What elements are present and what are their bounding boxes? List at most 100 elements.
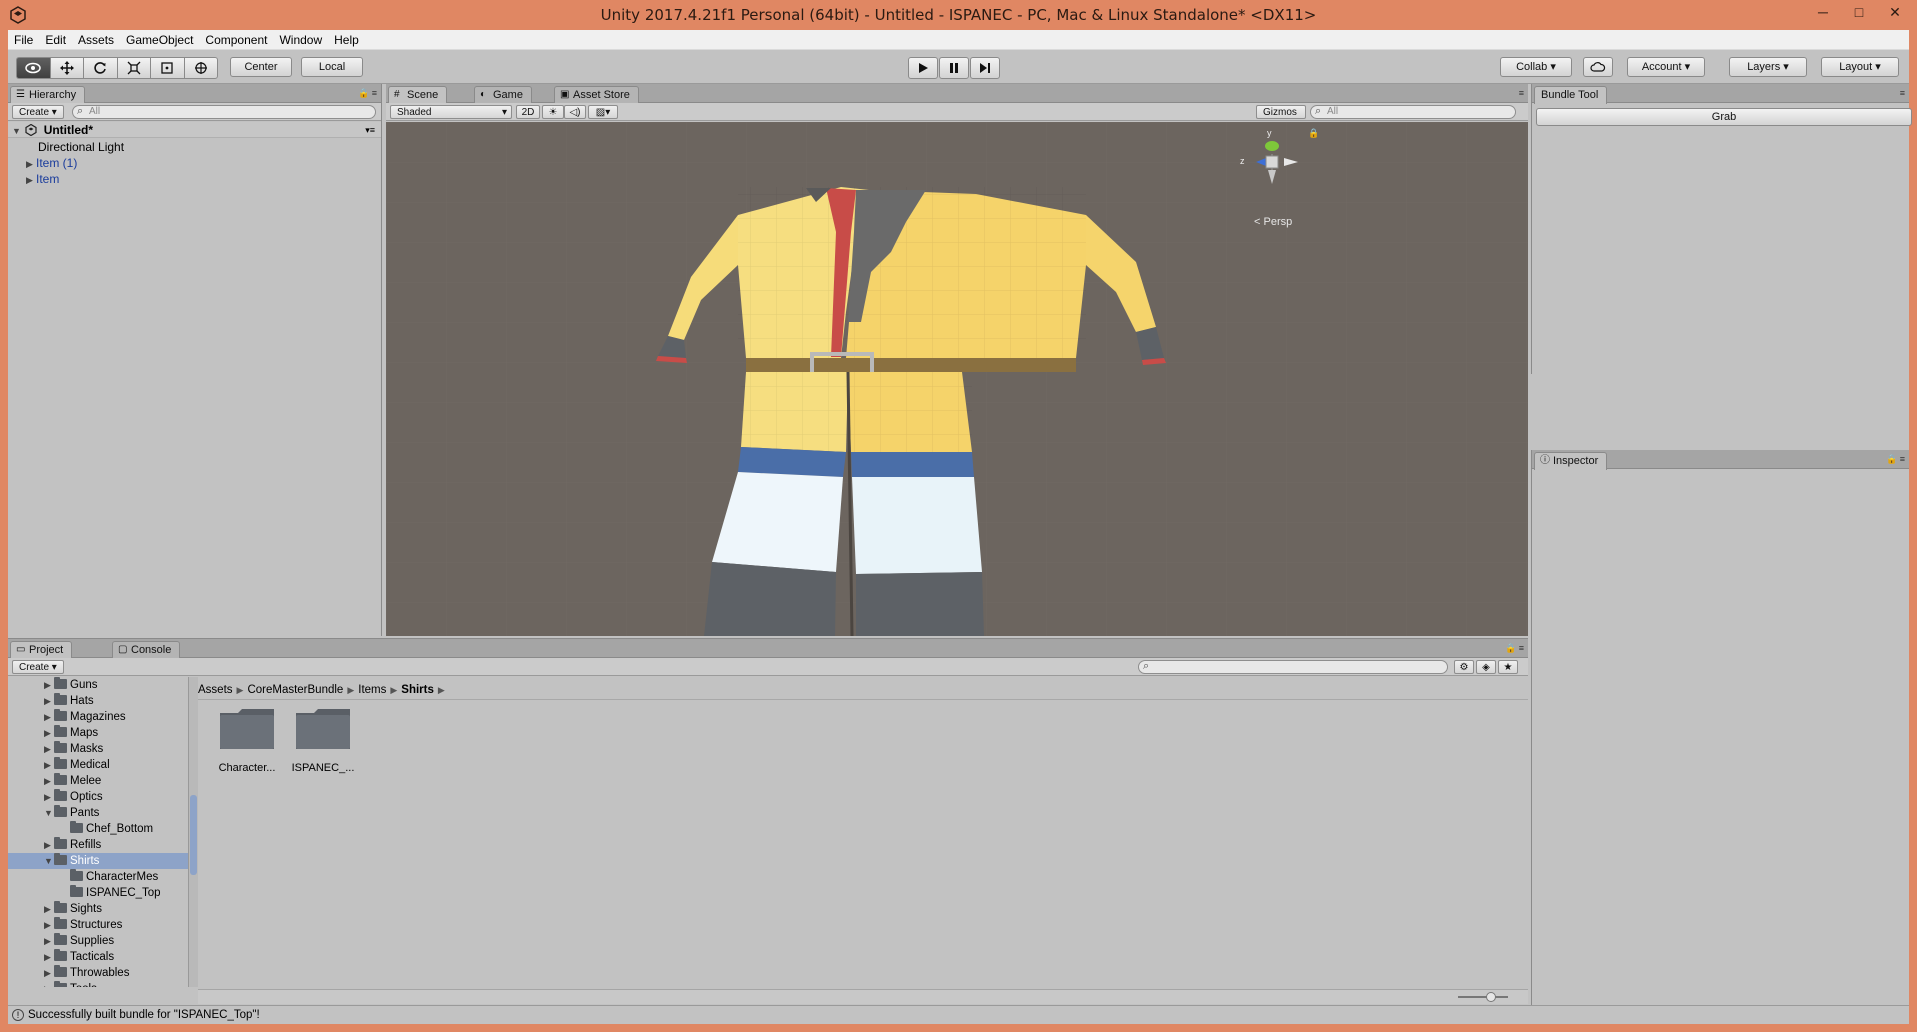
step-button[interactable] (970, 57, 1000, 79)
scene-search-input[interactable]: All (1310, 105, 1516, 119)
scale-tool-button[interactable] (116, 57, 150, 79)
project-options-icon[interactable]: 🔒 ≡ (1505, 643, 1524, 654)
filter-type-button[interactable]: ⚙ (1454, 660, 1474, 674)
scene-panel-options-icon[interactable]: ≡ (1519, 88, 1524, 98)
account-dropdown[interactable]: Account ▾ (1627, 57, 1705, 77)
view-tool-button[interactable] (16, 57, 50, 79)
menu-help[interactable]: Help (328, 30, 365, 50)
expand-arrow-icon[interactable]: ▶ (44, 677, 54, 693)
status-message[interactable]: Successfully built bundle for "ISPANEC_T… (28, 1009, 260, 1021)
project-tree-item[interactable]: ▶ Tools (8, 981, 188, 987)
icon-size-slider[interactable] (1458, 992, 1508, 1002)
project-tree-item[interactable]: CharacterMes (8, 869, 188, 885)
scene-options-icon[interactable]: ▾≡ (365, 122, 375, 138)
maximize-button[interactable]: □ (1841, 2, 1877, 24)
expand-arrow-icon[interactable]: ▶ (26, 172, 36, 188)
menu-file[interactable]: File (8, 30, 39, 50)
expand-arrow-icon[interactable]: ▶ (44, 789, 54, 805)
asset-folder-ispanec[interactable]: ISPANEC_... (288, 705, 358, 774)
expand-arrow-icon[interactable]: ▶ (44, 901, 54, 917)
expand-arrow-icon[interactable]: ▶ (44, 741, 54, 757)
grab-button[interactable]: Grab (1536, 108, 1912, 126)
expand-arrow-icon[interactable]: ▶ (26, 156, 36, 172)
project-search-input[interactable] (1138, 660, 1448, 674)
project-create-button[interactable]: Create ▾ (12, 660, 64, 674)
expand-arrow-icon[interactable]: ▶ (44, 917, 54, 933)
tab-asset-store[interactable]: ▣ Asset Store (554, 86, 639, 103)
tab-project[interactable]: ▭ Project (10, 641, 73, 659)
project-tree-item[interactable]: ISPANEC_Top (8, 885, 188, 901)
expand-arrow-icon[interactable]: ▶ (44, 837, 54, 853)
audio-toggle-button[interactable]: ◁) (564, 105, 586, 119)
pause-button[interactable] (939, 57, 969, 79)
menu-assets[interactable]: Assets (72, 30, 120, 50)
breadcrumb-shirts[interactable]: Shirts (401, 684, 434, 696)
breadcrumb-coremasterbundle[interactable]: CoreMasterBundle (247, 684, 343, 696)
expand-arrow-icon[interactable]: ▶ (44, 981, 54, 987)
effects-dropdown[interactable]: ▨▾ (588, 105, 618, 119)
tab-console[interactable]: ▢ Console (112, 641, 181, 658)
hierarchy-item-item-1[interactable]: ▶ Item (1) (8, 155, 381, 171)
breadcrumb-assets[interactable]: Assets (198, 684, 233, 696)
expand-arrow-icon[interactable]: ▶ (44, 933, 54, 949)
project-tree-item[interactable]: ▶ Sights (8, 901, 188, 917)
icon-size-slider-thumb[interactable] (1486, 992, 1496, 1002)
scene-root-row[interactable]: ▼ Untitled* ▾≡ (8, 122, 381, 138)
project-tree-item[interactable]: ▶ Tacticals (8, 949, 188, 965)
project-tree-item[interactable]: ▶ Masks (8, 741, 188, 757)
tab-scene[interactable]: # Scene (388, 86, 448, 104)
tab-hierarchy[interactable]: ☰ Hierarchy (10, 86, 86, 104)
hierarchy-search-input[interactable]: All (72, 105, 376, 119)
tree-scrollbar-thumb[interactable] (190, 795, 197, 875)
favorite-button[interactable]: ★ (1498, 660, 1518, 674)
layers-dropdown[interactable]: Layers ▾ (1729, 57, 1807, 77)
project-tree-item[interactable]: ▶ Refills (8, 837, 188, 853)
expand-arrow-icon[interactable]: ▶ (44, 965, 54, 981)
play-button[interactable] (908, 57, 938, 79)
collab-dropdown[interactable]: Collab ▾ (1500, 57, 1572, 77)
project-tree-item[interactable]: ▼ Shirts (8, 853, 188, 869)
project-tree-item[interactable]: ▶ Structures (8, 917, 188, 933)
scene-viewport[interactable]: y z 🔒 < Persp (386, 122, 1528, 636)
project-tree-item[interactable]: ▶ Optics (8, 789, 188, 805)
breadcrumb-items[interactable]: Items (358, 684, 386, 696)
gizmos-dropdown[interactable]: Gizmos ▾ (1256, 105, 1306, 131)
tree-scrollbar[interactable] (188, 677, 198, 987)
menu-edit[interactable]: Edit (39, 30, 72, 50)
collapse-arrow-icon[interactable]: ▼ (44, 853, 54, 869)
rotate-tool-button[interactable] (83, 57, 117, 79)
tab-inspector[interactable]: ⓘ Inspector (1534, 452, 1608, 470)
expand-arrow-icon[interactable]: ▶ (44, 949, 54, 965)
transform-tool-button[interactable] (183, 57, 218, 79)
lock-icon[interactable]: 🔒 (1308, 128, 1319, 139)
pivot-center-button[interactable]: Center (230, 57, 292, 77)
project-tree-item[interactable]: ▶ Supplies (8, 933, 188, 949)
expand-arrow-icon[interactable]: ▼ (12, 123, 22, 139)
hierarchy-item-directional-light[interactable]: Directional Light (8, 139, 381, 155)
lighting-toggle-button[interactable]: ☀ (542, 105, 564, 119)
project-tree-item[interactable]: ▶ Medical (8, 757, 188, 773)
menu-window[interactable]: Window (273, 30, 328, 50)
collapse-arrow-icon[interactable]: ▼ (44, 805, 54, 821)
project-tree-item[interactable]: ▶ Throwables (8, 965, 188, 981)
project-tree-item[interactable]: ▶ Magazines (8, 709, 188, 725)
tab-bundle-tool[interactable]: Bundle Tool (1534, 86, 1608, 104)
filter-label-button[interactable]: ◈ (1476, 660, 1496, 674)
perspective-label[interactable]: < Persp (1254, 216, 1292, 228)
project-tree-item[interactable]: ▶ Maps (8, 725, 188, 741)
cloud-button[interactable] (1583, 57, 1613, 77)
project-tree-item[interactable]: ▼ Pants (8, 805, 188, 821)
menu-gameobject[interactable]: GameObject (120, 30, 199, 50)
minimize-button[interactable]: ─ (1805, 2, 1841, 24)
asset-folder-character[interactable]: Character... (212, 705, 282, 774)
hierarchy-create-button[interactable]: Create ▾ (12, 105, 64, 119)
project-tree-item[interactable]: ▶ Melee (8, 773, 188, 789)
tab-game[interactable]: ◐ Game (474, 86, 532, 103)
project-tree-item[interactable]: ▶ Hats (8, 693, 188, 709)
bundle-panel-options-icon[interactable]: ≡ (1900, 88, 1905, 98)
expand-arrow-icon[interactable]: ▶ (44, 709, 54, 725)
close-button[interactable]: ✕ (1877, 2, 1913, 24)
inspector-options-icon[interactable]: 🔒 ≡ (1886, 454, 1905, 465)
rect-tool-button[interactable] (150, 57, 184, 79)
shading-mode-dropdown[interactable]: Shaded ▾ (390, 105, 512, 119)
